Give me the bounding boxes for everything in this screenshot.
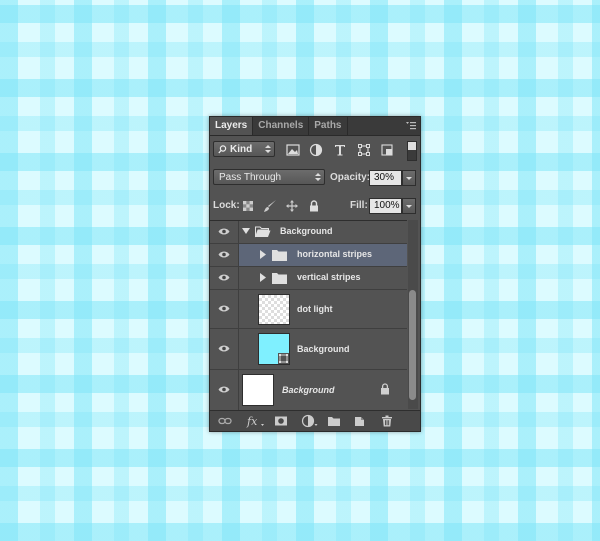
blend-mode-dropdown[interactable]: Pass Through (213, 169, 325, 185)
svg-text:fx: fx (246, 415, 258, 428)
new-group-icon[interactable] (327, 414, 341, 428)
layer-name: horizontal stripes (297, 249, 373, 259)
layers-panel: Layers Channels Paths Kind Pass Through … (209, 116, 421, 432)
folder-icon (272, 273, 287, 284)
eye-icon (218, 251, 230, 258)
layer-name: Background (280, 226, 333, 236)
opacity-slider-button[interactable] (402, 170, 416, 186)
eye-icon (218, 274, 230, 281)
folder-icon (272, 250, 287, 261)
visibility-toggle[interactable] (210, 290, 239, 328)
fill-label: Fill: (350, 200, 368, 211)
eye-icon (218, 386, 230, 393)
panel-menu-icon[interactable] (405, 120, 417, 132)
collapse-triangle-icon[interactable] (260, 273, 266, 282)
layer-name: vertical stripes (297, 272, 361, 282)
layers-scrollbar[interactable] (408, 220, 418, 409)
filter-toggle-icon[interactable] (407, 141, 417, 161)
fill-slider-button[interactable] (402, 198, 416, 214)
layer-name: dot light (297, 304, 333, 314)
layer-row[interactable]: horizontal stripes (210, 244, 407, 267)
chevron-updown-icon (315, 173, 321, 181)
smart-object-filter-icon[interactable] (380, 143, 394, 157)
chevron-updown-icon (265, 145, 271, 153)
chevron-down-icon (406, 177, 412, 180)
visibility-toggle[interactable] (210, 221, 239, 243)
layer-row[interactable]: Background (210, 329, 407, 370)
scrollbar-thumb[interactable] (409, 290, 416, 400)
eye-icon (218, 345, 230, 352)
opacity-label: Opacity: (330, 172, 371, 183)
blend-mode-value: Pass Through (219, 172, 282, 183)
kind-filter-dropdown[interactable]: Kind (213, 141, 275, 157)
delete-layer-icon[interactable] (380, 414, 394, 428)
lock-transparent-icon[interactable] (241, 199, 255, 213)
visibility-toggle[interactable] (210, 329, 239, 369)
folder-open-icon (255, 226, 271, 238)
panel-tabs: Layers Channels Paths (210, 117, 420, 136)
link-layers-icon[interactable] (218, 414, 232, 428)
eye-icon (218, 228, 230, 235)
layer-row[interactable]: Background (210, 370, 407, 410)
tab-paths[interactable]: Paths (309, 117, 348, 135)
layer-row[interactable]: vertical stripes (210, 267, 407, 290)
tab-channels[interactable]: Channels (253, 117, 310, 135)
blend-row: Pass Through Opacity: 30% (210, 169, 420, 187)
lock-row: Lock: Fill: 100% (210, 197, 420, 215)
visibility-toggle[interactable] (210, 267, 239, 289)
collapse-triangle-icon[interactable] (260, 250, 266, 259)
chevron-down-icon (406, 205, 412, 208)
layer-name: Background (282, 385, 335, 395)
bottom-toolbar: fx (210, 410, 420, 431)
filter-row: Kind (210, 141, 420, 161)
layer-row[interactable]: dot light (210, 290, 407, 329)
lock-label: Lock: (213, 200, 240, 211)
fill-input[interactable]: 100% (369, 198, 402, 214)
lock-position-icon[interactable] (285, 199, 299, 213)
eye-icon (218, 305, 230, 312)
fx-icon[interactable]: fx (246, 414, 266, 428)
layer-name: Background (297, 344, 350, 354)
image-filter-icon[interactable] (286, 143, 300, 157)
lock-icon (381, 383, 389, 395)
layers-list: Background horizontal stripes vertical s… (210, 220, 407, 410)
visibility-toggle[interactable] (210, 244, 239, 266)
new-adjustment-icon[interactable] (301, 414, 319, 428)
tab-layers[interactable]: Layers (210, 117, 254, 135)
new-layer-icon[interactable] (353, 414, 367, 428)
adjustment-filter-icon[interactable] (309, 143, 323, 157)
smart-object-badge-icon (278, 353, 289, 364)
layer-thumbnail (242, 374, 274, 406)
layer-thumbnail (258, 294, 290, 325)
lock-all-icon[interactable] (307, 199, 321, 213)
add-mask-icon[interactable] (274, 414, 288, 428)
type-filter-icon[interactable] (333, 143, 347, 157)
lock-image-icon[interactable] (263, 199, 277, 213)
search-icon (218, 145, 227, 154)
layer-row[interactable]: Background (210, 221, 407, 244)
opacity-input[interactable]: 30% (369, 170, 402, 186)
expand-triangle-icon[interactable] (242, 228, 250, 235)
visibility-toggle[interactable] (210, 370, 239, 410)
kind-filter-label: Kind (230, 144, 253, 155)
shape-filter-icon[interactable] (357, 143, 371, 157)
